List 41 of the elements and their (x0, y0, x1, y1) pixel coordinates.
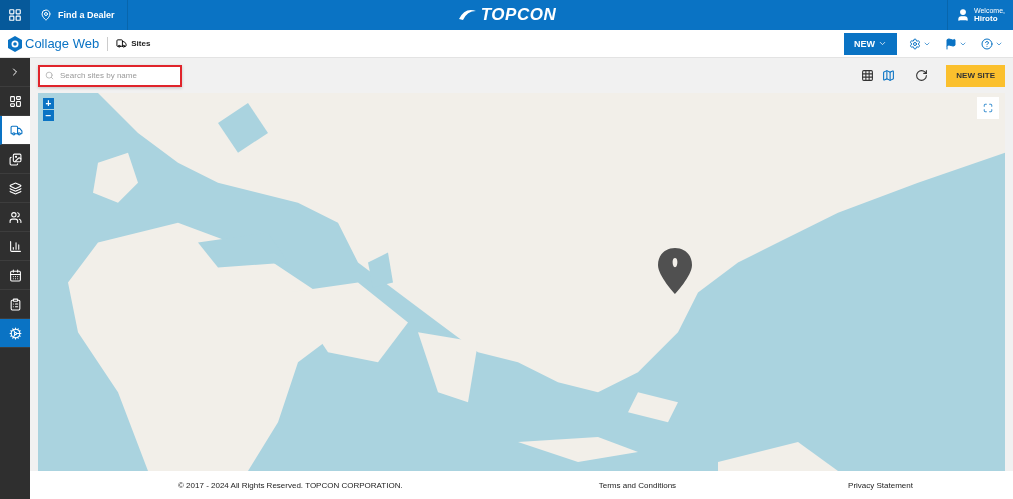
flag-icon (945, 37, 957, 50)
calendar-icon (8, 268, 22, 282)
settings-icon (909, 37, 921, 50)
refresh-icon (915, 69, 929, 82)
map-pin-icon (40, 9, 52, 21)
page-title: Sites (131, 39, 151, 48)
brand-logo: TOPCON (480, 5, 557, 25)
map-marker-icon[interactable] (658, 248, 692, 294)
bar-chart-icon (8, 239, 22, 253)
fullscreen-icon (983, 103, 993, 113)
apps-grid-icon (8, 8, 22, 22)
images-icon (8, 152, 22, 166)
gears-icon (8, 326, 22, 340)
layers-icon (8, 181, 22, 195)
truck-icon (9, 123, 23, 137)
sidebar-item[interactable] (0, 319, 30, 348)
clipboard-icon (8, 297, 22, 311)
copyright-text: © 2017 - 2024 All Rights Reserved. TOPCON CORPORATION. (178, 480, 403, 490)
new-button[interactable]: NEW (844, 32, 897, 55)
truck-icon (116, 38, 128, 49)
search-field[interactable]: Search sites by name (38, 64, 182, 87)
help-icon (981, 37, 993, 50)
new-site-button[interactable]: NEW SITE (946, 64, 1005, 87)
search-icon (45, 70, 54, 80)
grid-icon (861, 69, 875, 82)
caret-icon (878, 39, 887, 48)
brand-swoosh-icon (456, 9, 477, 21)
app-name: Collage Web (25, 36, 100, 51)
map-icon (882, 69, 896, 82)
privacy-link[interactable]: Privacy Statement (848, 480, 913, 490)
zoom-in-button[interactable]: + (43, 98, 54, 109)
dashboard-icon (8, 94, 22, 108)
apps-button[interactable] (0, 0, 30, 30)
user-name: Hiroto (974, 14, 999, 23)
terms-link[interactable]: Terms and Conditions (598, 480, 677, 490)
zoom-out-button[interactable]: − (43, 110, 54, 121)
users-icon (8, 210, 22, 224)
hexagon-logo-icon (8, 35, 22, 52)
user-icon (956, 8, 970, 22)
find-dealer-link[interactable]: Find a Dealer (30, 0, 128, 30)
sidebar-item[interactable] (0, 116, 30, 145)
